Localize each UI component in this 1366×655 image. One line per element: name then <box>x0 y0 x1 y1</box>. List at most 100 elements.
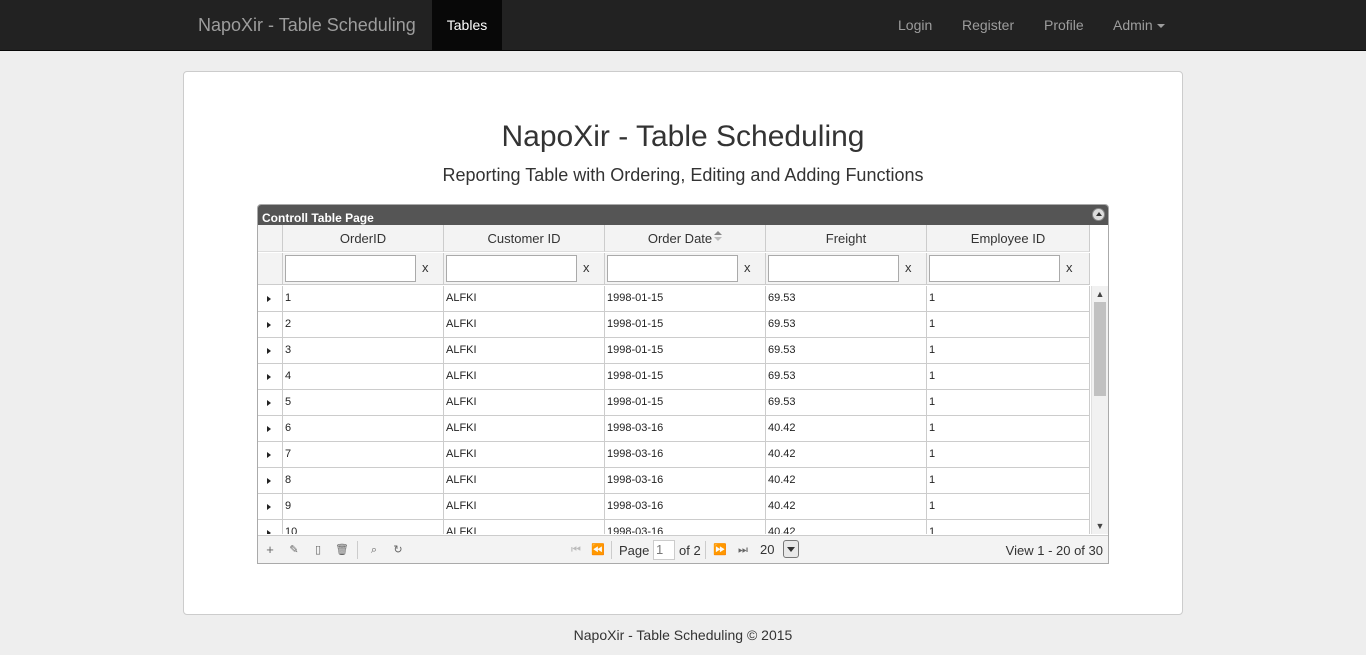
table-cell[interactable]: 1998-03-16 <box>605 494 766 519</box>
rows-per-page-select[interactable]: 20 <box>758 540 800 560</box>
table-cell[interactable]: 69.53 <box>766 312 927 337</box>
table-cell[interactable]: 1998-01-15 <box>605 286 766 311</box>
filter-input-orderid[interactable] <box>285 255 416 282</box>
navbar-brand[interactable]: NapoXir - Table Scheduling <box>198 15 416 36</box>
table-cell[interactable]: 69.53 <box>766 390 927 415</box>
table-cell[interactable]: 9 <box>283 494 444 519</box>
delete-icon[interactable]: 🗑 <box>335 543 349 557</box>
table-row[interactable]: 1 ALFKI 1998-01-15 69.53 1 <box>258 286 1090 312</box>
table-cell[interactable]: 8 <box>283 468 444 493</box>
expand-row-icon[interactable] <box>267 504 271 510</box>
clear-filter-button[interactable]: x <box>422 260 429 275</box>
expand-row-icon[interactable] <box>267 426 271 432</box>
row-expander[interactable] <box>258 494 283 519</box>
table-cell[interactable]: 1998-03-16 <box>605 520 766 534</box>
nav-login-link[interactable]: Login <box>898 0 932 50</box>
table-cell[interactable]: 1 <box>927 390 1090 415</box>
table-row[interactable]: 2 ALFKI 1998-01-15 69.53 1 <box>258 312 1090 338</box>
row-expander[interactable] <box>258 364 283 389</box>
row-expander[interactable] <box>258 338 283 363</box>
row-expander[interactable] <box>258 286 283 311</box>
clear-filter-button[interactable]: x <box>905 260 912 275</box>
prev-page-icon[interactable]: ⏪ <box>591 543 605 557</box>
clear-filter-button[interactable]: x <box>583 260 590 275</box>
clear-filter-button[interactable]: x <box>744 260 751 275</box>
nav-admin-dropdown[interactable]: Admin <box>1113 0 1165 50</box>
scroll-thumb[interactable] <box>1094 302 1106 396</box>
table-cell[interactable]: ALFKI <box>444 338 605 363</box>
nav-register-link[interactable]: Register <box>962 0 1014 50</box>
row-expander[interactable] <box>258 390 283 415</box>
filter-input-customer-id[interactable] <box>446 255 577 282</box>
first-page-icon[interactable]: ⏮ <box>569 543 583 557</box>
clear-filter-button[interactable]: x <box>1066 260 1073 275</box>
table-cell[interactable]: 1 <box>927 286 1090 311</box>
vertical-scrollbar[interactable]: ▲ ▼ <box>1091 286 1108 534</box>
table-cell[interactable]: ALFKI <box>444 494 605 519</box>
table-cell[interactable]: 1998-01-15 <box>605 312 766 337</box>
table-cell[interactable]: ALFKI <box>444 442 605 467</box>
table-cell[interactable]: 69.53 <box>766 338 927 363</box>
expand-row-icon[interactable] <box>267 322 271 328</box>
table-cell[interactable]: 69.53 <box>766 286 927 311</box>
collapse-icon[interactable] <box>1092 208 1105 221</box>
table-cell[interactable]: ALFKI <box>444 286 605 311</box>
page-number-input[interactable]: 1 <box>653 540 675 560</box>
add-icon[interactable]: + <box>263 543 277 557</box>
expand-row-icon[interactable] <box>267 530 271 534</box>
table-cell[interactable]: ALFKI <box>444 390 605 415</box>
table-cell[interactable]: 1 <box>927 442 1090 467</box>
table-cell[interactable]: ALFKI <box>444 312 605 337</box>
expand-row-icon[interactable] <box>267 478 271 484</box>
table-cell[interactable]: 40.42 <box>766 494 927 519</box>
table-row[interactable]: 6 ALFKI 1998-03-16 40.42 1 <box>258 416 1090 442</box>
table-cell[interactable]: 1998-03-16 <box>605 442 766 467</box>
table-row[interactable]: 4 ALFKI 1998-01-15 69.53 1 <box>258 364 1090 390</box>
table-row[interactable]: 5 ALFKI 1998-01-15 69.53 1 <box>258 390 1090 416</box>
table-cell[interactable]: 1 <box>927 416 1090 441</box>
table-cell[interactable]: 6 <box>283 416 444 441</box>
table-cell[interactable]: ALFKI <box>444 416 605 441</box>
table-cell[interactable]: 1998-01-15 <box>605 390 766 415</box>
expand-row-icon[interactable] <box>267 296 271 302</box>
table-cell[interactable]: 1998-01-15 <box>605 338 766 363</box>
column-header-freight[interactable]: Freight <box>766 225 927 252</box>
table-cell[interactable]: 7 <box>283 442 444 467</box>
next-page-icon[interactable]: ⏩ <box>713 543 727 557</box>
table-cell[interactable]: 1998-01-15 <box>605 364 766 389</box>
filter-input-employee-id[interactable] <box>929 255 1060 282</box>
nav-tab-tables[interactable]: Tables <box>432 0 502 50</box>
table-cell[interactable]: 1 <box>927 520 1090 534</box>
column-header-orderid[interactable]: OrderID <box>283 225 444 252</box>
table-row[interactable]: 3 ALFKI 1998-01-15 69.53 1 <box>258 338 1090 364</box>
table-cell[interactable]: 69.53 <box>766 364 927 389</box>
scroll-up-icon[interactable]: ▲ <box>1095 289 1105 299</box>
table-cell[interactable]: 1998-03-16 <box>605 468 766 493</box>
table-cell[interactable]: 1 <box>283 286 444 311</box>
view-icon[interactable]: ▯ <box>311 543 325 557</box>
filter-input-order-date[interactable] <box>607 255 738 282</box>
scroll-down-icon[interactable]: ▼ <box>1095 521 1105 531</box>
row-expander[interactable] <box>258 442 283 467</box>
column-header-customer-id[interactable]: Customer ID <box>444 225 605 252</box>
table-cell[interactable]: 1 <box>927 312 1090 337</box>
table-cell[interactable]: 1 <box>927 494 1090 519</box>
row-expander[interactable] <box>258 312 283 337</box>
table-cell[interactable]: 1998-03-16 <box>605 416 766 441</box>
filter-input-freight[interactable] <box>768 255 899 282</box>
expand-row-icon[interactable] <box>267 452 271 458</box>
last-page-icon[interactable]: ⏭ <box>736 543 750 557</box>
table-cell[interactable]: ALFKI <box>444 520 605 534</box>
table-cell[interactable]: 2 <box>283 312 444 337</box>
chevron-down-icon[interactable] <box>783 540 799 558</box>
table-cell[interactable]: 40.42 <box>766 416 927 441</box>
table-cell[interactable]: 40.42 <box>766 442 927 467</box>
expand-row-icon[interactable] <box>267 400 271 406</box>
table-row[interactable]: 7 ALFKI 1998-03-16 40.42 1 <box>258 442 1090 468</box>
search-icon[interactable]: ⌕ <box>367 543 381 557</box>
table-cell[interactable]: 4 <box>283 364 444 389</box>
table-cell[interactable]: 40.42 <box>766 520 927 534</box>
expand-row-icon[interactable] <box>267 348 271 354</box>
table-cell[interactable]: 40.42 <box>766 468 927 493</box>
row-expander[interactable] <box>258 416 283 441</box>
